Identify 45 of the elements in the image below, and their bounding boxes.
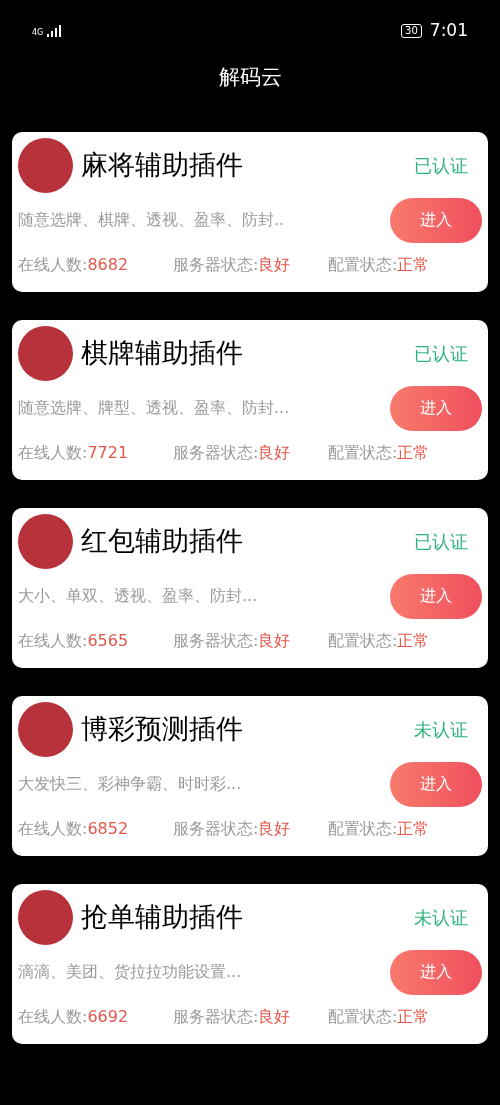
server-status: 服务器状态:良好: [173, 817, 292, 840]
config-status: 配置状态:正常: [328, 253, 430, 276]
online-count: 在线人数:6565: [18, 629, 130, 652]
config-status: 配置状态:正常: [328, 1005, 430, 1028]
page-title: 解码云: [218, 64, 282, 91]
feature-description: 随意选牌、牌型、透视、盈率、防封...: [18, 397, 290, 419]
enter-button[interactable]: 进入: [390, 573, 482, 619]
feature-description: 大小、单双、透视、盈率、防封...: [18, 585, 258, 607]
server-status: 服务器状态:良好: [173, 1005, 292, 1028]
config-status: 配置状态:正常: [328, 817, 430, 840]
online-count: 在线人数:6852: [18, 817, 130, 840]
feature-description: 大发快三、彩神争霸、时时彩...: [18, 773, 242, 795]
certification-status: 已认证: [414, 341, 468, 366]
app-logo: [18, 137, 73, 193]
feature-description: 滴滴、美团、货拉拉功能设置...: [18, 961, 242, 983]
config-status: 配置状态:正常: [328, 441, 430, 464]
online-count: 在线人数:6692: [18, 1005, 130, 1028]
app-logo: [18, 889, 73, 945]
plugin-title: 麻将辅助插件: [81, 147, 243, 182]
app-logo: [18, 325, 73, 381]
enter-button[interactable]: 进入: [390, 949, 482, 995]
enter-button[interactable]: 进入: [390, 197, 482, 243]
certification-status: 未认证: [414, 717, 468, 742]
battery-indicator: 30: [401, 24, 422, 38]
certification-status: 未认证: [414, 905, 468, 930]
server-status: 服务器状态:良好: [173, 253, 292, 276]
app-logo: [18, 701, 73, 757]
plugin-title: 棋牌辅助插件: [81, 335, 243, 370]
enter-button[interactable]: 进入: [390, 385, 482, 431]
certification-status: 已认证: [414, 153, 468, 178]
signal-icon: [47, 25, 62, 37]
online-count: 在线人数:7721: [18, 441, 130, 464]
config-status: 配置状态:正常: [328, 629, 430, 652]
enter-button[interactable]: 进入: [390, 761, 482, 807]
feature-description: 随意选牌、棋牌、透视、盈率、防封..: [18, 209, 285, 231]
clock-time: 7:01: [429, 19, 468, 43]
plugin-title: 红包辅助插件: [81, 523, 243, 558]
app-logo: [18, 513, 73, 569]
certification-status: 已认证: [414, 529, 468, 554]
server-status: 服务器状态:良好: [173, 441, 292, 464]
server-status: 服务器状态:良好: [173, 629, 292, 652]
plugin-title: 抢单辅助插件: [81, 899, 243, 934]
online-count: 在线人数:8682: [18, 253, 130, 276]
network-label: 4G: [32, 29, 44, 37]
plugin-title: 博彩预测插件: [81, 711, 243, 746]
